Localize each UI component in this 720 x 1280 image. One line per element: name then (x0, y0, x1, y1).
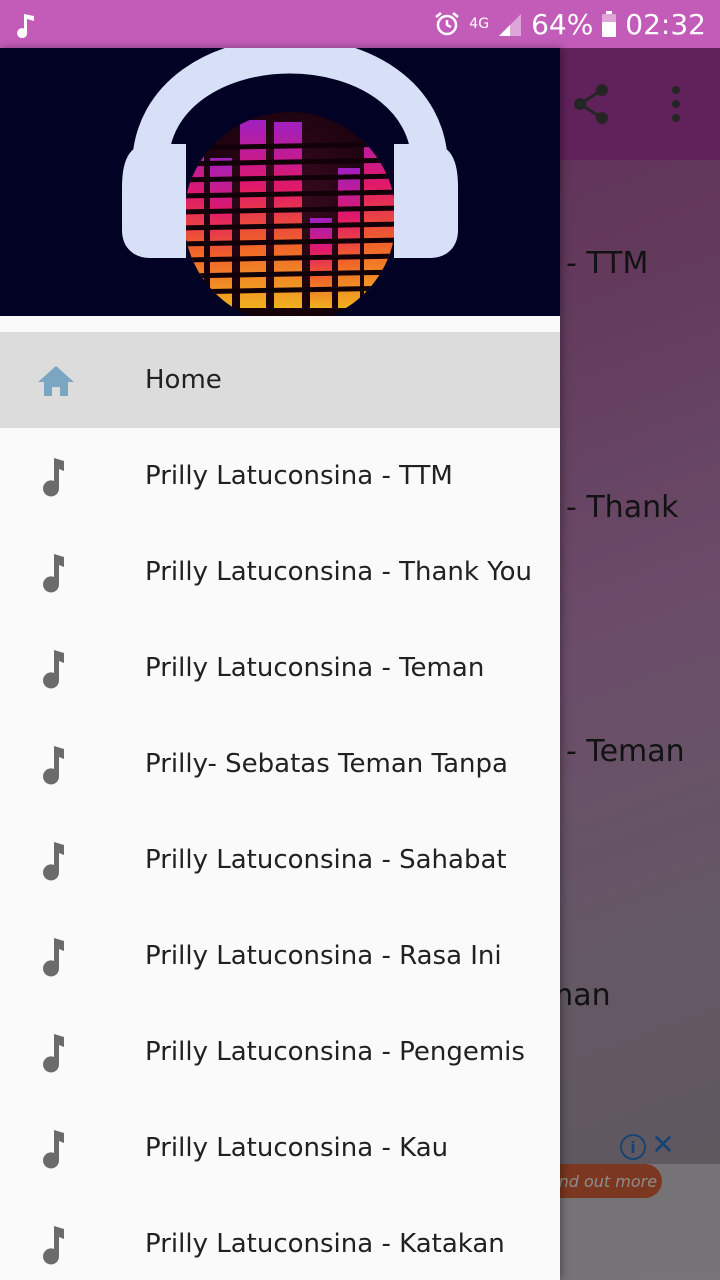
alarm-icon (435, 12, 460, 36)
music-note-icon (43, 554, 64, 593)
menu-item-label: Home (145, 365, 222, 395)
signal-icon (499, 14, 522, 36)
menu-item-song[interactable]: Prilly Latuconsina - Pengemis (0, 1004, 560, 1100)
music-note-icon (43, 458, 64, 497)
music-note-icon (17, 14, 34, 38)
menu-item-label: Prilly- Sebatas Teman Tanpa (145, 749, 508, 779)
menu-item-song[interactable]: Prilly- Sebatas Teman Tanpa (0, 716, 560, 812)
menu-item-label: Prilly Latuconsina - TTM (145, 461, 453, 491)
menu-item-label: Prilly Latuconsina - Rasa Ini (145, 941, 502, 971)
menu-item-song[interactable]: Prilly Latuconsina - TTM (0, 428, 560, 524)
menu-item-song[interactable]: Prilly Latuconsina - Sahabat (0, 812, 560, 908)
music-note-icon (43, 1034, 64, 1073)
music-note-icon (43, 1130, 64, 1169)
headphones-equalizer-logo (122, 48, 458, 316)
menu-item-song[interactable]: Prilly Latuconsina - Rasa Ini (0, 908, 560, 1004)
menu-item-label: Prilly Latuconsina - Thank You (145, 557, 533, 587)
menu-item-song[interactable]: Prilly Latuconsina - Katakan (0, 1196, 560, 1280)
navigation-drawer: Home Prilly Latuconsina - TTM Prilly Lat… (0, 48, 560, 1280)
menu-item-song[interactable]: Prilly Latuconsina - Teman (0, 620, 560, 716)
music-note-icon (43, 650, 64, 689)
drawer-header-logo (0, 48, 560, 316)
menu-item-label: Prilly Latuconsina - Kau (145, 1133, 449, 1163)
music-note-icon (43, 1226, 64, 1265)
battery-percent: 64% (531, 7, 594, 41)
network-type: 4G (469, 16, 490, 32)
clock: 02:32 (625, 7, 706, 41)
menu-item-label: Prilly Latuconsina - Teman (145, 653, 485, 683)
menu-item-label: Prilly Latuconsina - Sahabat (145, 845, 507, 875)
music-note-icon (43, 842, 64, 881)
drawer-menu: Home Prilly Latuconsina - TTM Prilly Lat… (0, 332, 560, 1280)
status-bar: 4G 64% 02:32 (0, 0, 720, 48)
menu-item-home[interactable]: Home (0, 332, 560, 428)
menu-item-label: Prilly Latuconsina - Katakan (145, 1229, 505, 1259)
menu-item-label: Prilly Latuconsina - Pengemis (145, 1037, 525, 1067)
menu-item-song[interactable]: Prilly Latuconsina - Kau (0, 1100, 560, 1196)
music-note-icon (43, 746, 64, 785)
battery-icon (602, 11, 617, 37)
menu-item-song[interactable]: Prilly Latuconsina - Thank You (0, 524, 560, 620)
home-icon (38, 366, 74, 396)
music-note-icon (43, 938, 64, 977)
